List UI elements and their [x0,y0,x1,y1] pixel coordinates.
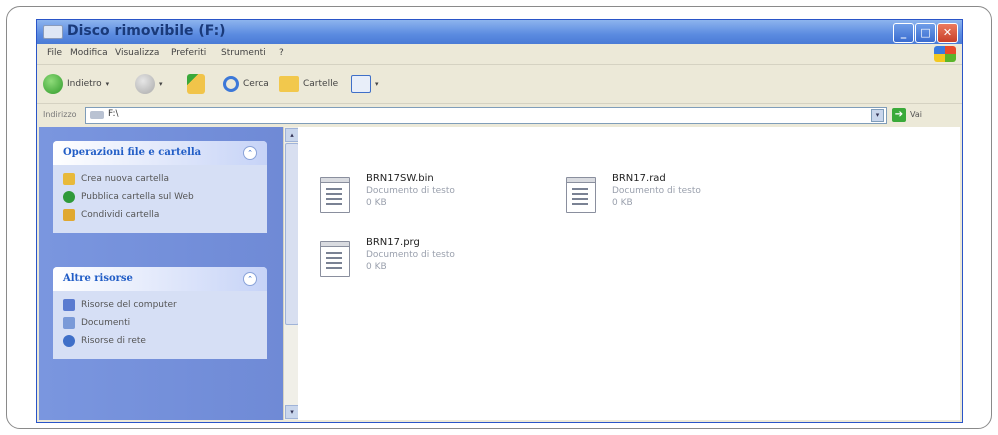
toolbar: Indietro ▾ ▾ Cerca Cartelle ▾ [37,65,962,104]
views-icon [351,75,371,93]
address-path: F:\ [108,109,119,119]
address-field[interactable]: F:\ ▾ [85,107,887,124]
menu-strumenti[interactable]: Strumenti [221,48,266,58]
file-size: 0 KB [612,198,633,208]
other-places-panel: Altre risorse ⌃ Risorse del computer Doc… [53,267,267,359]
menu-bar: File Modifica Visualizza Preferiti Strum… [37,45,962,65]
link-network[interactable]: Risorse di rete [53,333,267,351]
network-icon [63,335,75,347]
up-folder-button[interactable] [187,73,205,95]
address-bar: Indirizzo F:\ ▾ ➔ Vai [37,104,962,126]
panel-header[interactable]: Operazioni file e cartella ⌃ [53,141,267,165]
search-button[interactable]: Cerca [223,73,269,95]
file-item[interactable]: BRN17SW.bin Documento di testo 0 KB [314,173,554,229]
scroll-thumb[interactable] [285,143,299,325]
panel-title: Operazioni file e cartella [63,147,202,158]
folders-button[interactable]: Cartelle [279,73,338,95]
address-dropdown-icon[interactable]: ▾ [871,109,884,122]
task-pane-scrollbar[interactable]: ▴ ▾ [283,127,299,420]
task-label: Risorse di rete [81,336,146,346]
share-folder-icon [63,209,75,221]
menu-modifica[interactable]: Modifica [70,48,108,58]
web-publish-icon [63,191,75,203]
task-label: Condividi cartella [81,210,160,220]
forward-dropdown-icon[interactable]: ▾ [159,80,163,88]
file-name: BRN17.rad [612,173,666,184]
search-icon [223,76,239,92]
collapse-icon[interactable]: ⌃ [243,272,257,286]
file-type: Documento di testo [366,250,455,260]
windows-logo-icon [934,46,956,62]
back-dropdown-icon[interactable]: ▾ [106,80,110,88]
explorer-window: Disco rimovibile (F:) _ □ ✕ File Modific… [36,19,963,423]
task-label: Documenti [81,318,131,328]
link-documents[interactable]: Documenti [53,315,267,333]
collapse-icon[interactable]: ⌃ [243,146,257,160]
scroll-up-icon[interactable]: ▴ [285,128,299,142]
views-dropdown-icon[interactable]: ▾ [375,80,379,88]
task-label: Risorse del computer [81,300,177,310]
new-folder-icon [63,173,75,185]
forward-arrow-icon [135,74,155,94]
back-arrow-icon [43,74,63,94]
file-item[interactable]: BRN17.prg Documento di testo 0 KB [314,237,554,293]
text-document-icon [320,241,350,277]
file-type: Documento di testo [366,186,455,196]
file-name: BRN17SW.bin [366,173,434,184]
menu-help[interactable]: ? [279,48,284,58]
drive-icon [90,111,104,119]
scroll-down-icon[interactable]: ▾ [285,405,299,419]
file-size: 0 KB [366,262,387,272]
up-folder-icon [187,74,205,94]
task-share-folder[interactable]: Condividi cartella [53,207,267,225]
menu-file[interactable]: File [47,48,62,58]
close-button[interactable]: ✕ [937,23,958,43]
folders-label: Cartelle [303,79,339,89]
text-document-icon [566,177,596,213]
views-button[interactable]: ▾ [351,73,379,95]
file-item[interactable]: BRN17.rad Documento di testo 0 KB [560,173,800,229]
task-new-folder[interactable]: Crea nuova cartella [53,171,267,189]
task-publish-web[interactable]: Pubblica cartella sul Web [53,189,267,207]
task-label: Pubblica cartella sul Web [81,192,194,202]
my-computer-icon [63,299,75,311]
panel-header[interactable]: Altre risorse ⌃ [53,267,267,291]
file-folder-tasks-panel: Operazioni file e cartella ⌃ Crea nuova … [53,141,267,233]
file-name: BRN17.prg [366,237,420,248]
documents-icon [63,317,75,329]
back-button[interactable]: Indietro ▾ [43,73,109,95]
file-list: BRN17SW.bin Documento di testo 0 KB BRN1… [298,127,960,420]
window-title: Disco rimovibile (F:) [67,23,226,39]
link-my-computer[interactable]: Risorse del computer [53,297,267,315]
forward-button[interactable]: ▾ [135,73,163,95]
menu-visualizza[interactable]: Visualizza [115,48,159,58]
drive-icon [43,25,63,39]
menu-preferiti[interactable]: Preferiti [171,48,206,58]
file-size: 0 KB [366,198,387,208]
folders-icon [279,76,299,92]
minimize-button[interactable]: _ [893,23,914,43]
text-document-icon [320,177,350,213]
maximize-button[interactable]: □ [915,23,936,43]
address-label: Indirizzo [43,110,77,119]
panel-title: Altre risorse [63,273,133,284]
back-label: Indietro [67,79,102,89]
task-pane: Operazioni file e cartella ⌃ Crea nuova … [39,127,283,420]
title-bar[interactable]: Disco rimovibile (F:) _ □ ✕ [37,20,962,44]
search-label: Cerca [243,79,269,89]
go-button[interactable]: ➔ [892,108,906,122]
go-label[interactable]: Vai [910,110,922,119]
file-type: Documento di testo [612,186,701,196]
task-label: Crea nuova cartella [81,174,170,184]
